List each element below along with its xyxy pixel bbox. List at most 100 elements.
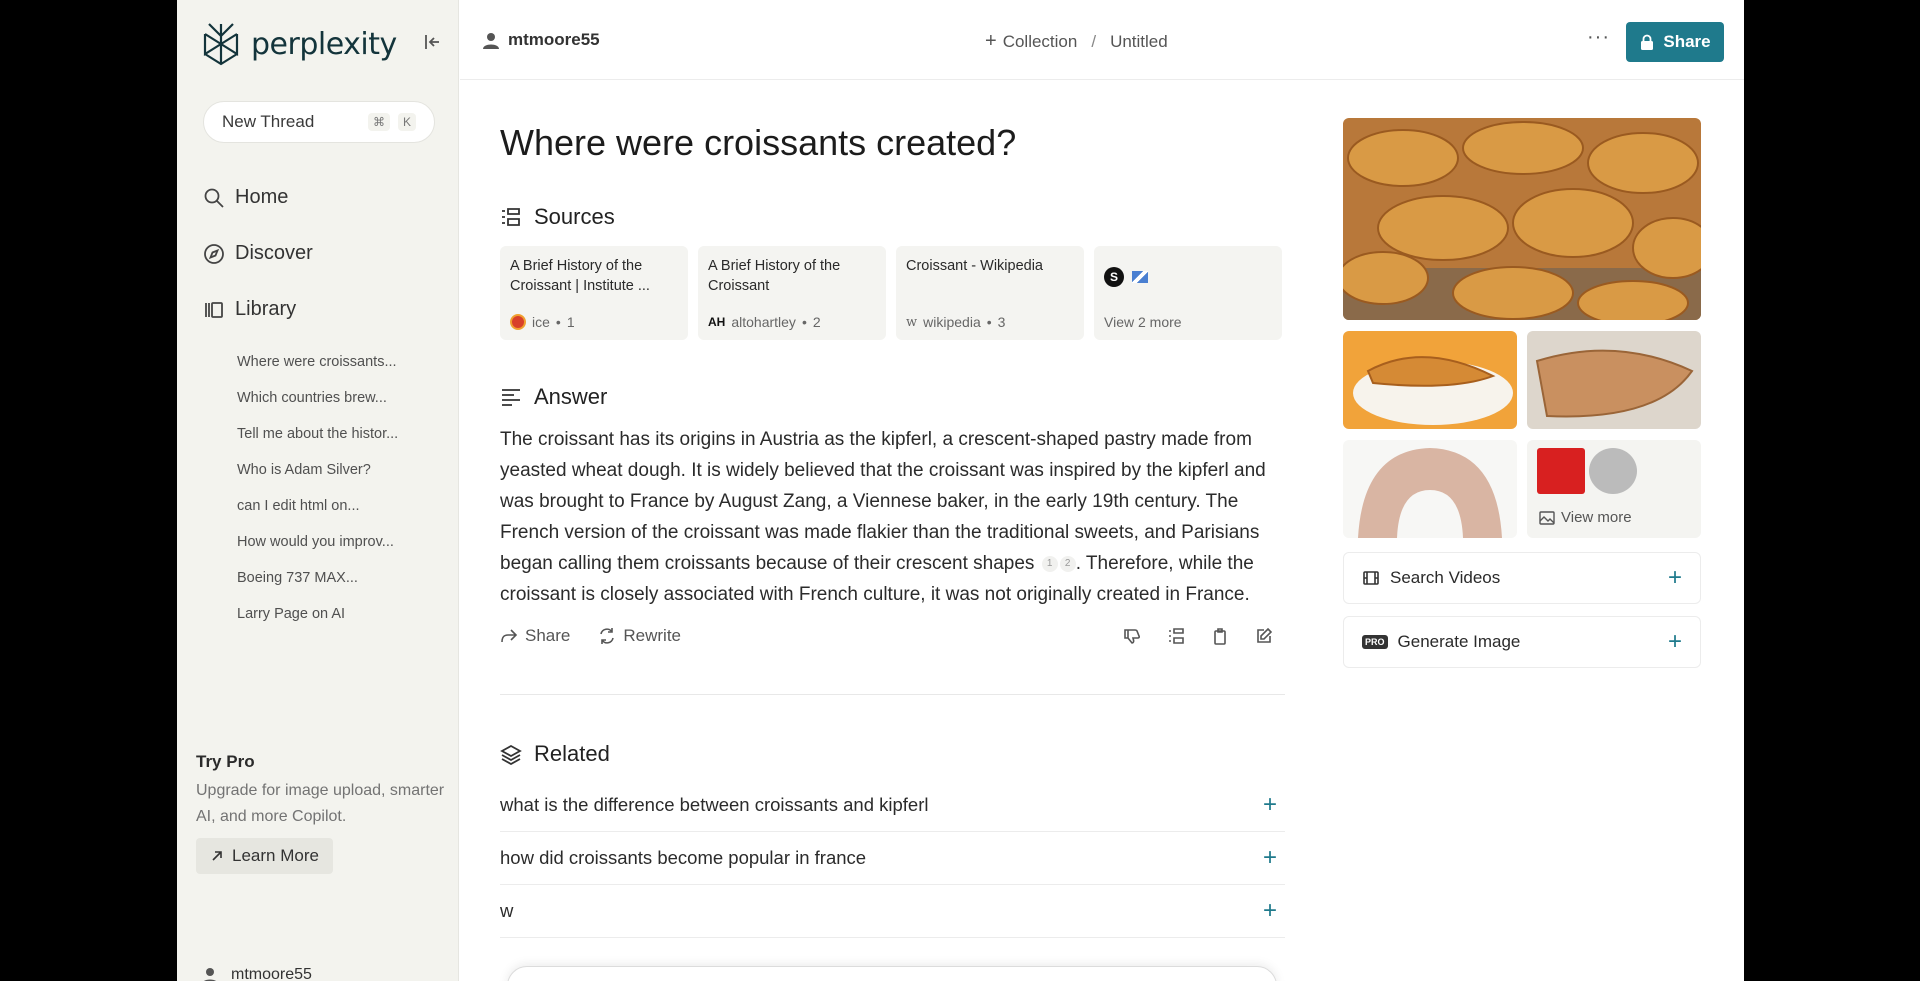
arrow-up-right-icon — [212, 851, 222, 861]
share-label: Share — [1663, 32, 1711, 51]
thumbs-down-icon[interactable] — [1123, 627, 1141, 645]
breadcrumb-separator: / — [1091, 31, 1097, 51]
related-question[interactable]: what is the difference between croissant… — [500, 779, 1285, 832]
share-answer-button[interactable]: Share — [500, 626, 570, 646]
more-options-icon[interactable]: ··· — [1587, 26, 1610, 49]
plus-icon: + — [1262, 844, 1277, 871]
source-meta: ice • 1 — [510, 314, 678, 330]
view-more-images-label: View more — [1539, 509, 1632, 526]
library-thread-item[interactable]: Who is Adam Silver? — [237, 460, 398, 496]
library-thread-item[interactable]: Boeing 737 MAX... — [237, 568, 398, 604]
new-thread-button[interactable]: New Thread ⌘ K — [203, 101, 435, 143]
answer-heading-label: Answer — [534, 384, 608, 409]
citation-1[interactable]: 1 — [1041, 555, 1058, 572]
citation-2[interactable]: 2 — [1059, 555, 1076, 572]
lock-icon — [1641, 34, 1654, 50]
plus-icon: + — [1262, 791, 1277, 818]
search-videos-label: Search Videos — [1390, 568, 1501, 587]
new-thread-label: New Thread — [222, 112, 315, 131]
related-question-text: what is the difference between croissant… — [500, 794, 929, 815]
library-thread-item[interactable]: Tell me about the histor... — [237, 424, 398, 460]
generate-image-button[interactable]: PRO Generate Image + — [1343, 616, 1701, 668]
main-content: Where were croissants created? Sources A… — [500, 80, 1285, 938]
sidebar-item-library[interactable]: Library — [203, 298, 296, 321]
learn-more-label: Learn More — [232, 846, 319, 865]
answer-heading: Answer — [500, 384, 1285, 410]
edit-icon[interactable] — [1255, 627, 1273, 645]
source-s-favicon-icon: S — [1104, 267, 1124, 287]
library-thread-item[interactable]: How would you improv... — [237, 532, 398, 568]
collection-label: Collection — [1002, 31, 1078, 51]
croissant-basket-image[interactable] — [1343, 118, 1701, 320]
source-number: 2 — [812, 314, 821, 330]
source-site: altohartley — [731, 314, 796, 330]
preview-bw-image — [1589, 448, 1637, 494]
app-window: perplexity New Thread ⌘ K Home Discover … — [177, 0, 1744, 981]
image-thumbnail-row — [1343, 331, 1701, 429]
library-thread-item[interactable]: can I edit html on... — [237, 496, 398, 532]
user-icon — [483, 33, 499, 49]
source-card[interactable]: Croissant - Wikipedia w wikipedia • 3 — [896, 246, 1084, 340]
related-question[interactable]: w + — [500, 885, 1285, 938]
learn-more-button[interactable]: Learn More — [196, 838, 333, 874]
sources-view-icon[interactable] — [1167, 627, 1185, 645]
brand-name: perplexity — [251, 26, 397, 62]
croissant-basket-picture — [1343, 118, 1701, 320]
croissant-plate-image[interactable] — [1343, 331, 1517, 429]
croissant-closeup-picture — [1527, 331, 1701, 429]
share-arrow-icon — [501, 629, 518, 643]
source-number: 3 — [997, 314, 1006, 330]
copy-icon[interactable] — [1211, 627, 1229, 645]
library-thread-item[interactable]: Where were croissants... — [237, 352, 398, 388]
doc-title[interactable]: Untitled — [1110, 32, 1168, 52]
add-collection-button[interactable]: + Collection — [985, 30, 1077, 53]
library-thread-item[interactable]: Which countries brew... — [237, 388, 398, 424]
view-more-sources-card[interactable]: S View 2 more — [1094, 246, 1282, 340]
library-thread-item[interactable]: Larry Page on AI — [237, 604, 398, 640]
sidebar-item-label: Home — [235, 186, 289, 208]
author-name: mtmoore55 — [508, 30, 600, 49]
croissant-closeup-image[interactable] — [1527, 331, 1701, 429]
rewrite-button[interactable]: Rewrite — [598, 626, 681, 646]
source-dot: • — [555, 314, 561, 330]
ice-favicon-icon — [510, 314, 526, 330]
related-question-text: how did croissants become popular in fra… — [500, 847, 867, 868]
view-more-images-card[interactable]: View more — [1527, 440, 1701, 538]
video-icon — [1363, 571, 1379, 585]
source-card[interactable]: A Brief History of the Croissant | Insti… — [500, 246, 688, 340]
plus-icon: + — [1262, 897, 1277, 924]
sidebar-item-home[interactable]: Home — [203, 186, 288, 209]
wikipedia-favicon-icon: w — [906, 314, 918, 330]
view-more-label: View more — [1561, 509, 1632, 526]
source-title: A Brief History of the Croissant — [708, 258, 841, 294]
source-title: A Brief History of the Croissant | Insti… — [510, 258, 650, 294]
sidebar-item-label: Discover — [235, 242, 313, 264]
sources-icon — [502, 208, 520, 226]
sidebar-item-discover[interactable]: Discover — [203, 242, 313, 265]
source-site: ice — [532, 314, 550, 330]
follow-up-input[interactable] — [507, 966, 1277, 981]
croissant-ring-image[interactable] — [1343, 440, 1517, 538]
brand-logo[interactable]: perplexity — [201, 22, 397, 66]
answer-text: The croissant has its origins in Austria… — [500, 424, 1285, 610]
source-card[interactable]: A Brief History of the Croissant AH alto… — [698, 246, 886, 340]
answer-actions: Share Rewrite — [500, 626, 1285, 646]
image-thumbnail-row-2: View more — [1343, 440, 1701, 538]
more-image-previews — [1537, 448, 1637, 494]
more-source-favicons: S — [1104, 256, 1272, 298]
breadcrumb: + Collection / Untitled — [985, 30, 1168, 53]
cmd-key: ⌘ — [367, 113, 390, 131]
collapse-sidebar-icon[interactable] — [423, 32, 443, 52]
share-button[interactable]: Share — [1626, 22, 1724, 62]
try-pro-title: Try Pro — [196, 752, 255, 771]
thread-author[interactable]: mtmoore55 — [482, 30, 600, 50]
search-videos-button[interactable]: Search Videos + — [1343, 552, 1701, 604]
source-number: 1 — [566, 314, 575, 330]
croissant-plate-picture — [1343, 331, 1517, 429]
media-panel: View more Search Videos + PRO Generate I… — [1343, 118, 1701, 668]
plus-icon: + — [1667, 628, 1682, 655]
related-question[interactable]: how did croissants become popular in fra… — [500, 832, 1285, 885]
related-stack-icon — [500, 744, 522, 765]
source-title: Croissant - Wikipedia — [906, 258, 1043, 274]
sidebar-user[interactable]: mtmoore55 — [201, 966, 312, 981]
